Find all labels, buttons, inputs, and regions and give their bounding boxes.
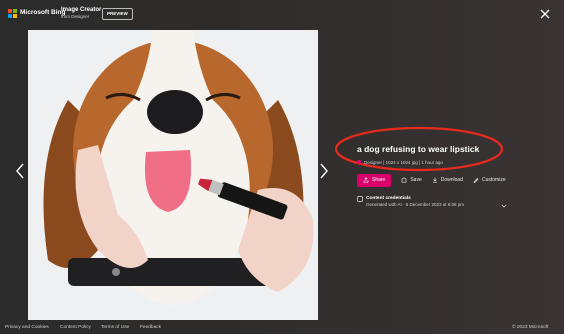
footer: Privacy and Cookies Content Policy Terms… [0, 322, 564, 334]
brand-label[interactable]: Microsoft Bing [20, 9, 66, 16]
microsoft-logo-icon[interactable] [8, 9, 17, 18]
save-icon [401, 177, 407, 183]
top-bar: Microsoft Bing Image Creator from Design… [0, 0, 564, 28]
customize-label: Customize [482, 177, 506, 183]
chevron-down-icon [501, 204, 507, 208]
meta-text: Designer | 1024 x 1024 jpg | 1 hour ago [364, 159, 443, 165]
customize-button[interactable]: Customize [473, 177, 506, 183]
next-image-button[interactable] [318, 161, 330, 181]
download-button[interactable]: Download [432, 177, 463, 183]
chevron-left-icon [16, 163, 24, 179]
close-icon [540, 9, 550, 19]
preview-badge: PREVIEW [102, 8, 133, 20]
logo-square [8, 9, 12, 13]
logo-square [13, 9, 17, 13]
prompt-title: a dog refusing to wear lipstick [357, 144, 480, 154]
action-bar: Share Save Download Customize [357, 173, 506, 187]
download-icon [432, 177, 437, 183]
designer-icon [357, 160, 361, 164]
share-button[interactable]: Share [357, 173, 392, 187]
footer-link-privacy[interactable]: Privacy and Cookies [5, 325, 49, 330]
logo-square [8, 14, 12, 18]
image-meta: Designer | 1024 x 1024 jpg | 1 hour ago [357, 158, 443, 166]
content-credentials-title: Content credentials [366, 196, 411, 201]
app-title[interactable]: Image Creator [61, 7, 101, 13]
dog-lipstick-illustration [28, 30, 318, 320]
share-label: Share [372, 177, 386, 183]
footer-link-content-policy[interactable]: Content Policy [60, 325, 91, 330]
copyright: © 2023 Microsoft [512, 325, 549, 330]
app-subtitle: from Designer [61, 14, 90, 19]
save-button[interactable]: Save [401, 177, 422, 183]
download-label: Download [440, 177, 463, 183]
chevron-right-icon [320, 163, 328, 179]
footer-link-terms[interactable]: Terms of Use [101, 325, 129, 330]
save-label: Save [410, 177, 422, 183]
content-credentials-text: Generated with AI · 6 December 2023 at 6… [366, 202, 465, 207]
close-button[interactable] [538, 7, 552, 21]
customize-icon [473, 177, 479, 183]
logo-square [13, 14, 17, 18]
footer-link-feedback[interactable]: Feedback [140, 325, 161, 330]
content-credentials-icon [357, 196, 363, 202]
credentials-expand-button[interactable] [501, 196, 507, 208]
previous-image-button[interactable] [14, 161, 26, 181]
share-icon [363, 177, 369, 183]
generated-image[interactable] [28, 30, 318, 320]
